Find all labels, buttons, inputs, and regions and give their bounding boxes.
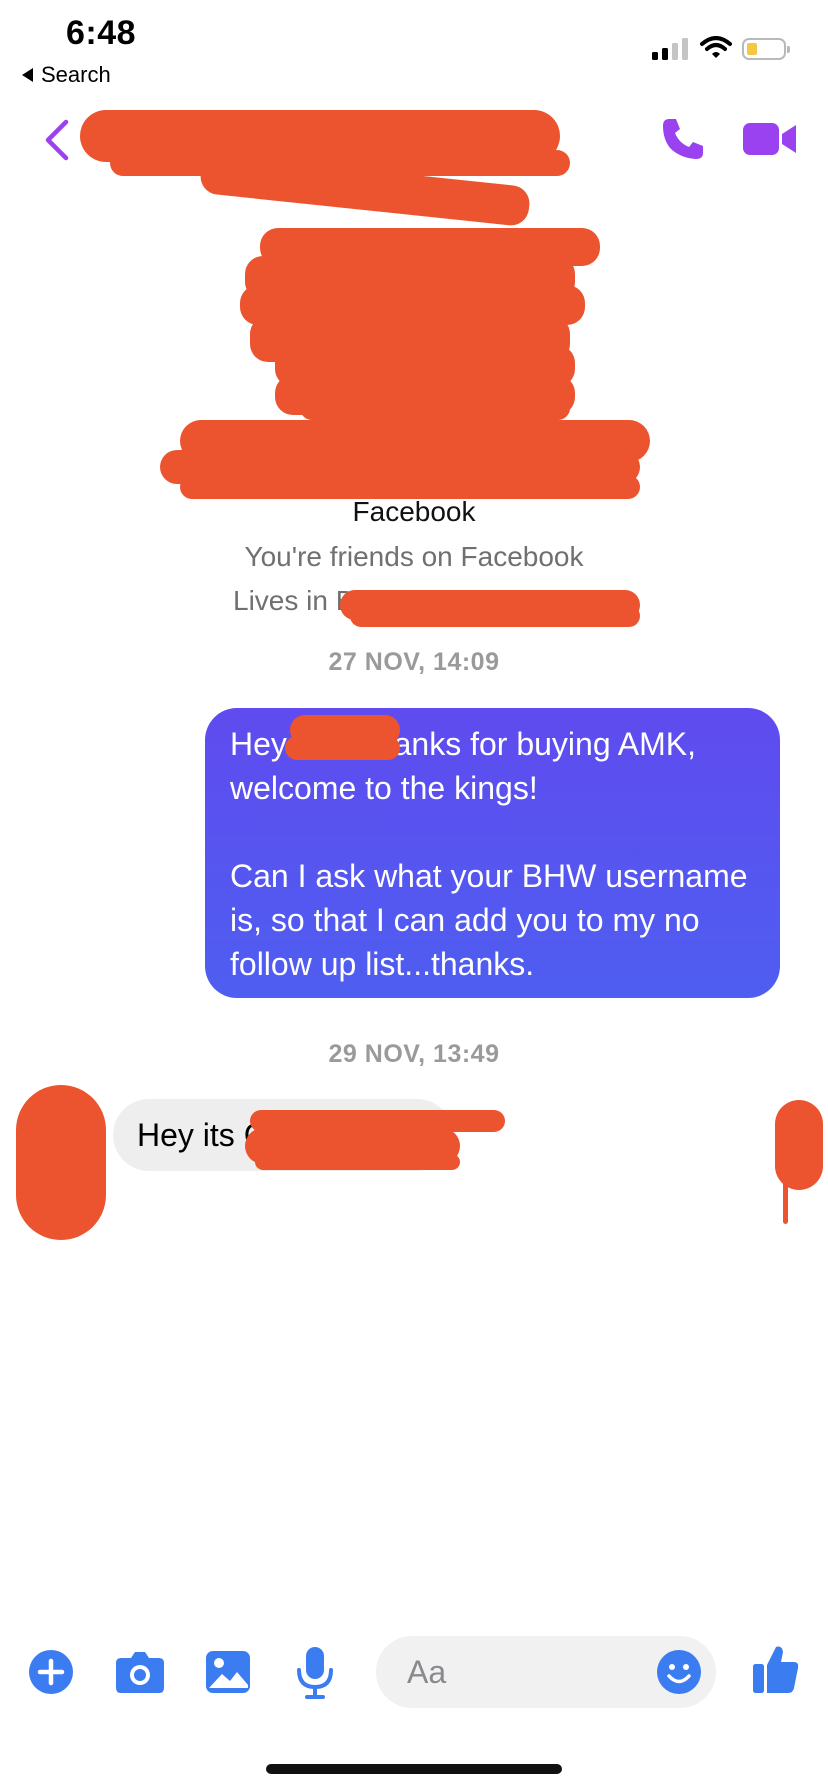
phone-icon[interactable] — [660, 116, 706, 162]
profile-platform: Facebook — [352, 496, 476, 527]
message-timestamp: 29 NOV, 13:49 — [328, 1040, 500, 1068]
video-camera-icon[interactable] — [742, 120, 798, 158]
camera-icon[interactable] — [115, 1650, 165, 1694]
home-indicator[interactable] — [266, 1764, 562, 1774]
cellular-signal-icon — [652, 38, 688, 60]
plus-circle-icon[interactable] — [29, 1650, 73, 1694]
status-time: 6:48 — [66, 14, 137, 52]
microphone-icon[interactable] — [295, 1646, 335, 1700]
image-icon[interactable] — [205, 1650, 251, 1694]
back-triangle-icon — [22, 68, 33, 82]
thumbs-up-icon[interactable] — [752, 1644, 800, 1694]
chevron-left-icon[interactable] — [42, 118, 72, 162]
smiley-icon[interactable] — [657, 1650, 701, 1694]
back-to-app-label: Search — [41, 62, 111, 87]
back-to-app-button[interactable]: Search — [22, 62, 111, 88]
profile-friends-status: You're friends on Facebook — [244, 541, 584, 572]
wifi-icon — [700, 36, 732, 58]
battery-icon — [742, 38, 790, 60]
message-timestamp: 27 NOV, 14:09 — [328, 648, 500, 676]
